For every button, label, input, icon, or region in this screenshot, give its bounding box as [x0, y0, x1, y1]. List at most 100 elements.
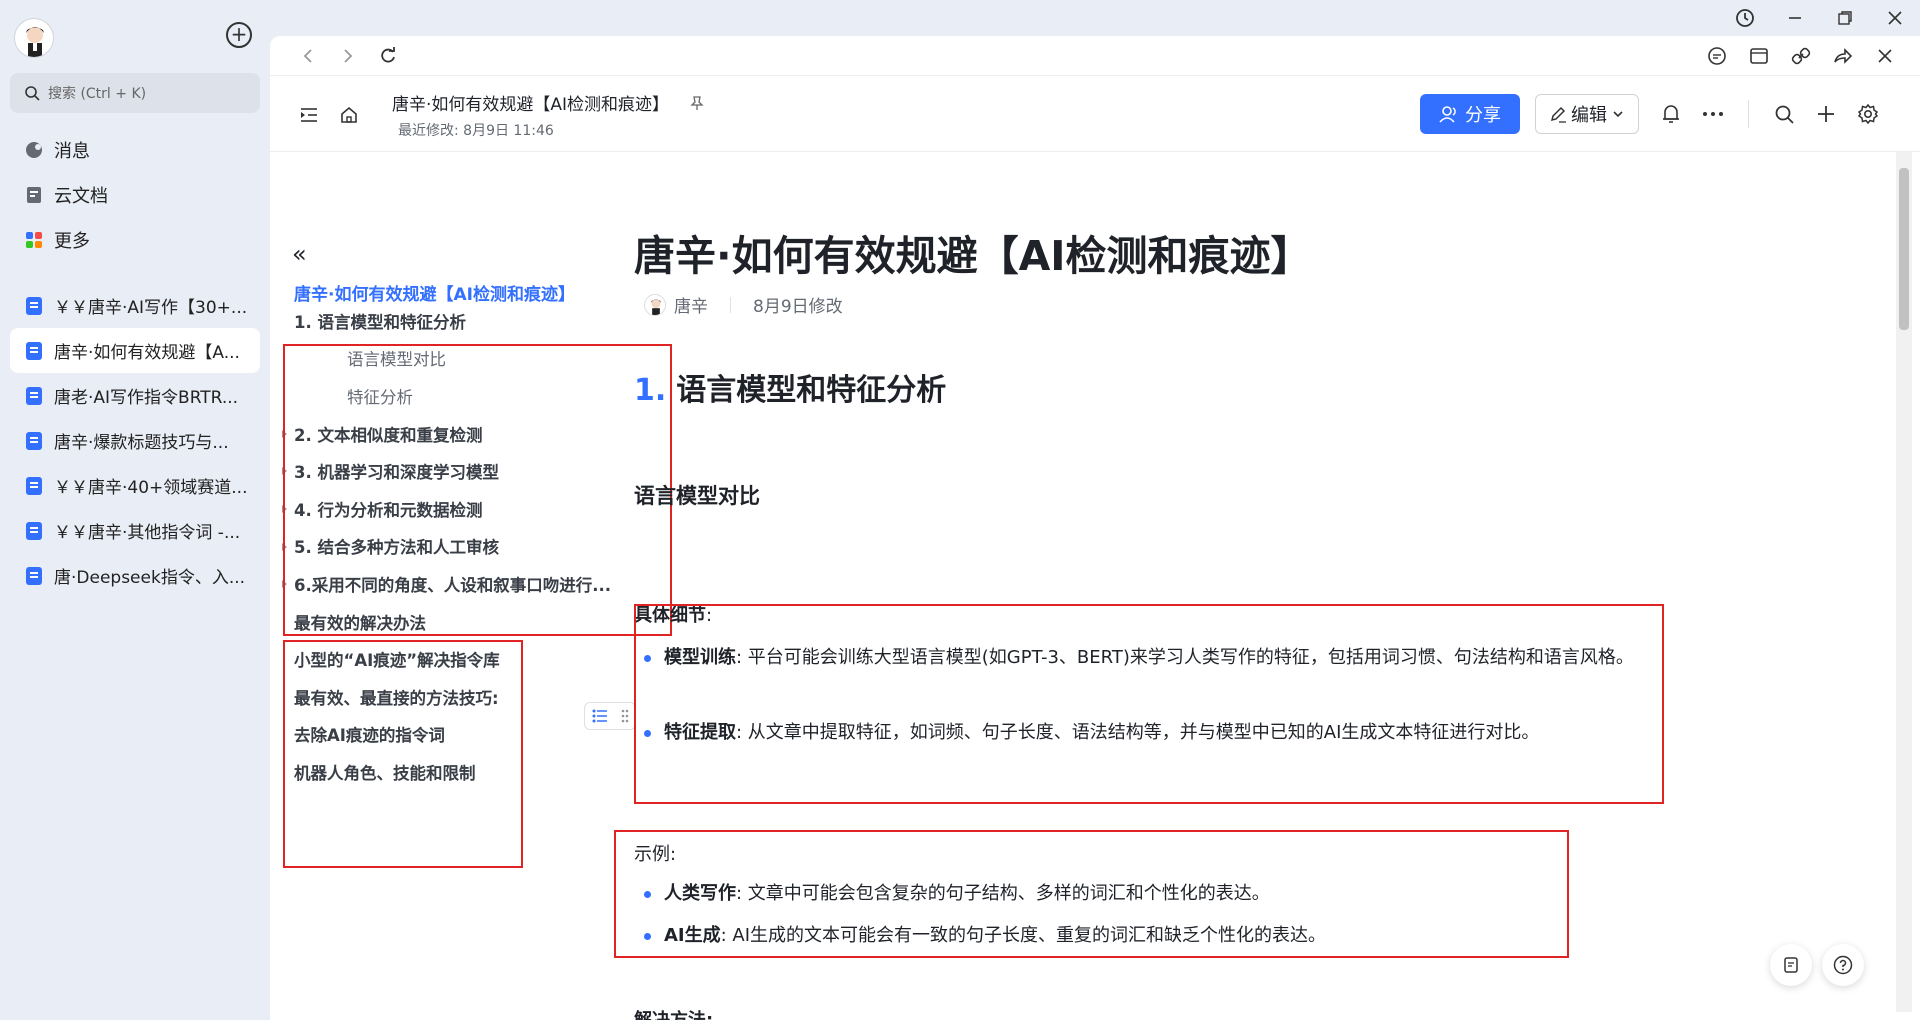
outline-item[interactable]: 6.采用不同的角度、人设和叙事口吻进行... — [281, 565, 611, 603]
sidebar-item-label: 消息 — [54, 140, 90, 162]
pin-icon[interactable] — [689, 95, 705, 111]
copy-link-button[interactable] — [1780, 36, 1822, 76]
refresh-button[interactable] — [368, 36, 408, 76]
divider — [730, 296, 731, 313]
chevron-right-icon — [344, 48, 353, 63]
close-tab-button[interactable] — [1864, 36, 1906, 76]
document-icon — [1784, 957, 1798, 973]
collapse-outline-button[interactable]: « — [292, 240, 307, 268]
sidebar: + 搜索 (Ctrl + K) 消息 云文档 更多 ￥￥唐辛·AI写作【30+.… — [0, 0, 270, 1020]
search-input[interactable]: 搜索 (Ctrl + K) — [10, 73, 260, 113]
bullet-item: 人类写作: 文章中可能会包含复杂的句子结构、多样的词汇和个性化的表达。 — [644, 878, 1684, 910]
sidebar-item-messages[interactable]: 消息 — [10, 127, 260, 172]
sidebar-item-more[interactable]: 更多 — [10, 217, 260, 262]
plus-icon — [1818, 106, 1834, 122]
forward-button[interactable] — [328, 36, 368, 76]
doc-header-actions — [1650, 98, 1889, 130]
chevron-left-icon — [303, 48, 312, 63]
heading-1[interactable]: 1. 语言模型和特征分析 — [634, 365, 946, 409]
restore-button[interactable] — [1820, 0, 1870, 36]
solution-label: 解决方法: — [634, 1006, 713, 1020]
outline-item[interactable]: 3. 机器学习和深度学习模型 — [281, 452, 611, 490]
notification-button[interactable] — [1650, 98, 1692, 130]
doc-header-title[interactable]: 唐辛·如何有效规避【AI检测和痕迹】 — [392, 90, 705, 115]
help-icon — [1833, 955, 1853, 975]
divider — [1748, 100, 1749, 128]
message-icon — [24, 140, 44, 160]
home-button[interactable] — [334, 100, 364, 130]
outline-item[interactable]: 5. 结合多种方法和人工审核 — [281, 528, 611, 566]
restore-icon — [1838, 11, 1852, 25]
sidebar-item-cloud-docs[interactable]: 云文档 — [10, 172, 260, 217]
outline-list: 1. 语言模型和特征分析 语言模型对比 特征分析 2. 文本相似度和重复检测 3… — [281, 302, 611, 791]
minimize-button[interactable] — [1770, 0, 1820, 36]
outline-item[interactable]: 去除AI痕迹的指令词 — [294, 716, 611, 754]
highlight-box — [634, 604, 1664, 804]
bullet-item: AI生成: AI生成的文本可能会有一致的句子长度、重复的词汇和缺乏个性化的表达。 — [644, 920, 1684, 952]
author-name[interactable]: 唐辛 — [674, 292, 708, 317]
doc-icon — [26, 566, 42, 585]
history-button[interactable] — [1720, 0, 1770, 36]
bell-icon — [1663, 105, 1679, 123]
doc-header-left-icons — [294, 100, 364, 130]
window-button[interactable] — [1738, 36, 1780, 76]
doc-title[interactable]: 唐辛·如何有效规避【AI检测和痕迹】 — [634, 222, 1312, 282]
outline-item[interactable]: 2. 文本相似度和重复检测 — [281, 415, 611, 453]
outline-item[interactable]: 最有效的解决办法 — [294, 603, 611, 641]
heading-3[interactable]: 语言模型对比 — [634, 480, 760, 510]
scrollbar[interactable] — [1896, 152, 1912, 1012]
outline-item[interactable]: 1. 语言模型和特征分析 — [294, 302, 611, 340]
close-icon — [1878, 49, 1892, 63]
search-icon — [1775, 105, 1794, 124]
sidebar-item-label: 更多 — [54, 230, 90, 252]
edit-mode-dropdown[interactable]: 编辑 — [1535, 94, 1639, 134]
recent-doc-item[interactable]: 唐老·AI写作指令BRTR... — [10, 373, 260, 418]
author-avatar[interactable] — [644, 293, 666, 316]
outline-item[interactable]: 小型的“AI痕迹”解决指令库 — [294, 640, 611, 678]
bullet-item: 特征提取: 从文章中提取特征，如词频、句子长度、语法结构等，并与模型中已知的AI… — [644, 717, 1684, 749]
recent-doc-item[interactable]: ￥￥唐辛·40+领域赛道... — [10, 463, 260, 508]
recent-doc-item-active[interactable]: 唐辛·如何有效规避【A... — [10, 328, 260, 373]
user-avatar[interactable] — [14, 18, 54, 58]
scrollbar-thumb[interactable] — [1899, 168, 1909, 330]
outline-item[interactable]: 4. 行为分析和元数据检测 — [281, 490, 611, 528]
pencil-icon — [1550, 106, 1566, 123]
block-handle[interactable] — [584, 702, 636, 730]
comment-button[interactable] — [1696, 36, 1738, 76]
search-doc-button[interactable] — [1763, 98, 1805, 130]
apps-icon — [24, 230, 44, 250]
recent-doc-item[interactable]: ￥￥唐辛·其他指令词 -... — [10, 508, 260, 553]
gear-icon — [1857, 103, 1879, 125]
share-button[interactable]: 分享 — [1420, 94, 1520, 134]
settings-button[interactable] — [1847, 98, 1889, 130]
doc-icon — [26, 386, 42, 405]
user-share-icon — [1439, 106, 1456, 123]
indent-icon — [301, 108, 317, 122]
recent-docs-list: ￥￥唐辛·AI写作【30+... 唐辛·如何有效规避【A... 唐老·AI写作指… — [10, 283, 260, 598]
toggle-sidebar-button[interactable] — [294, 100, 324, 130]
example-label: 示例: — [634, 844, 677, 865]
doc-info-button[interactable] — [1770, 944, 1812, 986]
outline-item[interactable]: 特征分析 — [294, 377, 611, 415]
new-doc-button[interactable]: + — [226, 22, 252, 48]
history-icon — [1736, 9, 1754, 27]
recent-doc-item[interactable]: 唐·Deepseek指令、入... — [10, 553, 260, 598]
browser-bar — [270, 36, 1920, 76]
refresh-icon — [381, 46, 395, 62]
outline-item[interactable]: 语言模型对比 — [294, 340, 611, 378]
recent-doc-item[interactable]: ￥￥唐辛·AI写作【30+... — [10, 283, 260, 328]
window-icon — [1750, 48, 1768, 64]
sidebar-nav: 消息 云文档 更多 — [10, 127, 260, 262]
recent-doc-item[interactable]: 唐辛·爆款标题技巧与... — [10, 418, 260, 463]
more-options-button[interactable] — [1692, 98, 1734, 130]
help-button[interactable] — [1822, 944, 1864, 986]
more-horizontal-icon — [1703, 112, 1723, 116]
chevron-down-icon — [1613, 111, 1623, 118]
close-window-button[interactable] — [1870, 0, 1920, 36]
add-button[interactable] — [1805, 98, 1847, 130]
back-button[interactable] — [288, 36, 328, 76]
outline-item[interactable]: 机器人角色、技能和限制 — [294, 753, 611, 791]
forward-share-button[interactable] — [1822, 36, 1864, 76]
outline-item[interactable]: 最有效、最直接的方法技巧: — [294, 678, 611, 716]
sidebar-item-label: 云文档 — [54, 185, 108, 207]
